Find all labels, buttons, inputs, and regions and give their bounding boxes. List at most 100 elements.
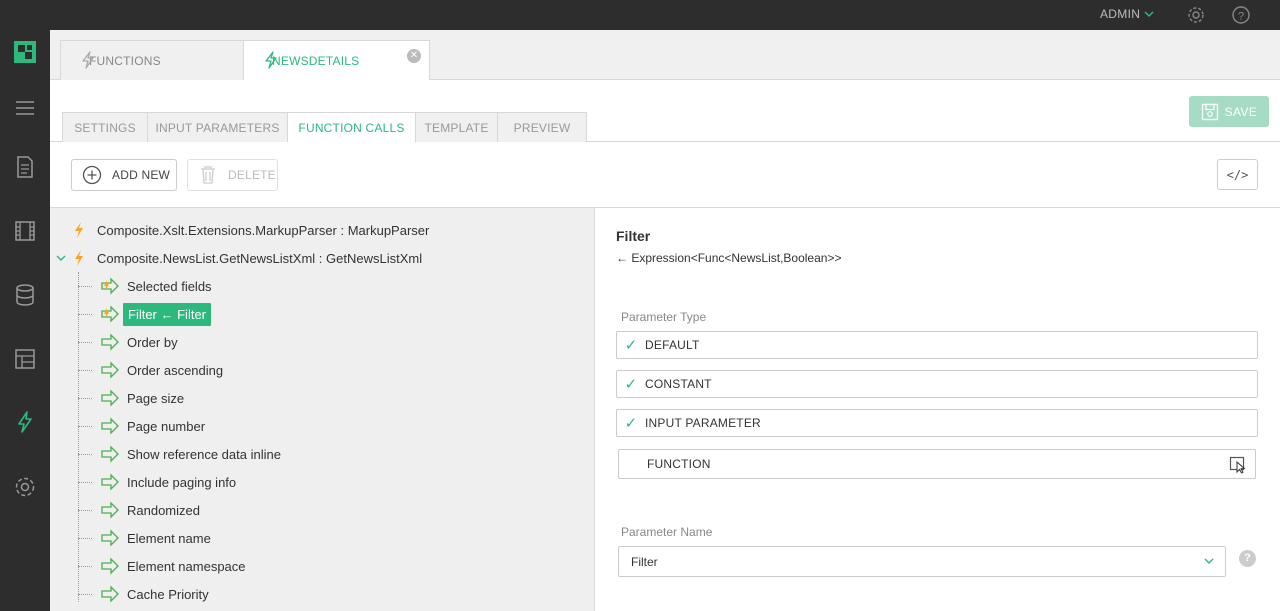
tree-param-label: Randomized bbox=[127, 502, 200, 518]
plus-circle-icon bbox=[82, 165, 102, 185]
tab-functions[interactable]: FUNCTIONS bbox=[60, 40, 244, 80]
option-label: CONSTANT bbox=[645, 377, 712, 391]
document-tabs: FUNCTIONS NEWSDETAILS ✕ bbox=[50, 30, 1280, 81]
tree-param-label: Selected fields bbox=[127, 278, 212, 294]
tree-node-label: Composite.Xslt.Extensions.MarkupParser :… bbox=[97, 222, 430, 238]
tree-param-item[interactable]: Selected fields bbox=[50, 272, 594, 300]
editor-panel: SETTINGS INPUT PARAMETERS FUNCTION CALLS… bbox=[50, 80, 1280, 611]
main-area: FUNCTIONS NEWSDETAILS ✕ SETTINGS INPUT P… bbox=[50, 30, 1280, 611]
tree-param-item[interactable]: Order by bbox=[50, 328, 594, 356]
tree-param-item[interactable]: Page size bbox=[50, 384, 594, 412]
arrow-right-icon bbox=[101, 361, 119, 379]
tree-param-item[interactable]: Element namespace bbox=[50, 552, 594, 580]
tree-param-item[interactable]: Order ascending bbox=[50, 356, 594, 384]
tab-label: NEWSDETAILS bbox=[272, 54, 360, 68]
tab-function-calls[interactable]: FUNCTION CALLS bbox=[287, 112, 416, 143]
logo-icon[interactable] bbox=[13, 40, 37, 64]
bolt-icon bbox=[265, 51, 277, 69]
checkmark-icon: ✓ bbox=[624, 337, 638, 354]
gear-icon[interactable] bbox=[1186, 5, 1206, 25]
arrow-right-icon bbox=[101, 585, 119, 603]
menu-icon[interactable] bbox=[13, 96, 37, 120]
tree-param-item[interactable]: Include paging info bbox=[50, 468, 594, 496]
help-icon[interactable]: ? bbox=[1239, 550, 1256, 567]
tree-param-label: Page size bbox=[127, 390, 185, 406]
tree-param-item[interactable]: Page number bbox=[50, 412, 594, 440]
option-function[interactable]: FUNCTION bbox=[618, 449, 1256, 479]
tree-param-item[interactable]: Randomized bbox=[50, 496, 594, 524]
option-constant[interactable]: ✓ CONSTANT bbox=[616, 370, 1258, 398]
parameter-type-label: Parameter Type bbox=[621, 310, 707, 324]
arrow-bolt-icon bbox=[101, 305, 119, 323]
functions-icon[interactable] bbox=[13, 410, 37, 434]
option-default[interactable]: ✓ DEFAULT bbox=[616, 331, 1258, 359]
function-calls-tree: Composite.Xslt.Extensions.MarkupParser :… bbox=[50, 208, 595, 611]
arrow-right-icon bbox=[101, 557, 119, 575]
sub-tabs: SETTINGS INPUT PARAMETERS FUNCTION CALLS… bbox=[50, 80, 1280, 143]
option-label: FUNCTION bbox=[647, 457, 711, 471]
tree-param-item[interactable]: Cache Priority bbox=[50, 580, 594, 608]
tree-param-label: Cache Priority bbox=[127, 586, 209, 602]
parameter-name-label: Parameter Name bbox=[621, 525, 713, 539]
top-bar: ADMIN ? bbox=[0, 0, 1280, 30]
tree-node-label: Composite.NewsList.GetNewsListXml : GetN… bbox=[97, 250, 423, 266]
user-menu[interactable]: ADMIN bbox=[1100, 7, 1154, 21]
tree-connector bbox=[78, 594, 92, 595]
checkmark-icon: ✓ bbox=[624, 376, 638, 393]
tree-connector bbox=[78, 482, 92, 483]
chevron-down-icon bbox=[1204, 558, 1214, 564]
tab-preview[interactable]: PREVIEW bbox=[497, 112, 587, 142]
data-icon[interactable] bbox=[13, 283, 37, 307]
tree-node[interactable]: Composite.Xslt.Extensions.MarkupParser :… bbox=[50, 216, 594, 244]
left-sidebar bbox=[0, 30, 50, 611]
tree-param-label: Page number bbox=[127, 418, 206, 434]
tree-connector bbox=[78, 342, 92, 343]
svg-text:?: ? bbox=[1238, 11, 1244, 23]
tree-param-label: Show reference data inline bbox=[127, 446, 281, 462]
tree-connector bbox=[78, 314, 92, 315]
cursor-pointer-icon bbox=[1229, 456, 1246, 474]
tree-param-label: Include paging info bbox=[127, 474, 237, 490]
option-input-parameter[interactable]: ✓ INPUT PARAMETER bbox=[616, 409, 1258, 437]
bolt-icon bbox=[75, 222, 83, 238]
arrow-right-icon bbox=[101, 473, 119, 491]
tree-connector bbox=[78, 398, 92, 399]
source-code-button[interactable]: </> bbox=[1217, 159, 1258, 190]
parameter-name-select[interactable]: Filter bbox=[618, 546, 1226, 577]
arrow-bolt-icon bbox=[101, 277, 119, 295]
user-label: ADMIN bbox=[1100, 7, 1141, 21]
save-button[interactable]: SAVE bbox=[1189, 96, 1269, 127]
tree-connector bbox=[78, 426, 92, 427]
save-label: SAVE bbox=[1224, 104, 1257, 119]
tab-input-parameters[interactable]: INPUT PARAMETERS bbox=[147, 112, 288, 142]
tree-connector bbox=[78, 370, 92, 371]
tree-param-label: Order ascending bbox=[127, 362, 224, 378]
add-new-button[interactable]: ADD NEW bbox=[71, 159, 177, 191]
close-icon[interactable]: ✕ bbox=[407, 49, 421, 63]
tree-param-item[interactable]: Element name bbox=[50, 524, 594, 552]
arrow-right-icon bbox=[101, 417, 119, 435]
arrow-right-icon bbox=[101, 445, 119, 463]
save-icon bbox=[1201, 103, 1219, 121]
delete-button[interactable]: DELETE bbox=[187, 159, 278, 191]
tree-param-label: Filter ← Filter bbox=[123, 302, 211, 326]
tab-settings[interactable]: SETTINGS bbox=[62, 112, 148, 142]
tree-node[interactable]: Composite.NewsList.GetNewsListXml : GetN… bbox=[50, 244, 594, 272]
trash-icon bbox=[201, 166, 215, 184]
tab-template[interactable]: TEMPLATE bbox=[415, 112, 498, 142]
option-label: INPUT PARAMETER bbox=[645, 416, 761, 430]
arrow-right-icon bbox=[101, 529, 119, 547]
bolt-icon bbox=[82, 51, 94, 69]
content-icon[interactable] bbox=[13, 155, 37, 179]
help-icon[interactable]: ? bbox=[1231, 5, 1251, 25]
arrow-right-icon bbox=[101, 389, 119, 407]
system-icon[interactable] bbox=[13, 475, 37, 499]
tab-newsdetails[interactable]: NEWSDETAILS ✕ bbox=[243, 40, 430, 81]
media-icon[interactable] bbox=[13, 219, 37, 243]
chevron-down-icon[interactable] bbox=[56, 254, 66, 262]
bolt-icon bbox=[75, 250, 83, 266]
tree-param-item[interactable]: Show reference data inline bbox=[50, 440, 594, 468]
tree-connector bbox=[78, 510, 92, 511]
tree-param-item-selected[interactable]: Filter ← Filter bbox=[50, 300, 594, 328]
layout-icon[interactable] bbox=[13, 347, 37, 371]
